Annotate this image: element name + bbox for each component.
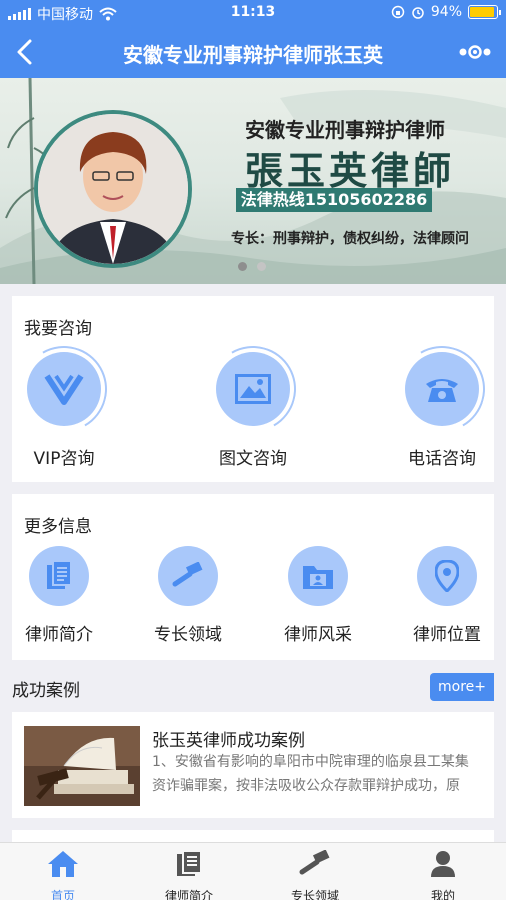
lawyer-style-button[interactable]: 律师风采 <box>263 546 373 645</box>
tab-lawyer-profile-label: 律师简介 <box>164 889 213 900</box>
battery-icon <box>468 5 501 19</box>
gavel-icon <box>252 849 378 879</box>
phone-icon <box>405 352 479 426</box>
home-icon <box>0 849 126 879</box>
more-info-card: 更多信息 律师简介 专长领域 律师风采 律师位置 <box>12 494 494 660</box>
bottom-tab-bar: 首页 律师简介 专长领域 我的 <box>0 842 506 900</box>
lawyer-portrait <box>34 110 192 268</box>
nav-bar: 安徽专业刑事辩护律师张玉英 <box>0 26 506 78</box>
tab-specialty-label: 专长领域 <box>290 889 339 900</box>
document-icon <box>29 546 89 606</box>
tab-home[interactable]: 首页 <box>0 849 126 900</box>
status-bar: 中国移动 11:13 94% <box>0 0 506 26</box>
folder-icon <box>288 546 348 606</box>
more-info-title: 更多信息 <box>24 517 92 537</box>
carousel-dot-active[interactable] <box>238 262 247 271</box>
banner-specialty: 专长：刑事辩护，债权纠纷，法律顾问 <box>231 231 469 247</box>
picture-icon <box>216 352 290 426</box>
lawyer-profile-label: 律师简介 <box>25 625 93 645</box>
success-cases-title: 成功案例 <box>12 681 80 701</box>
phone-consult-button[interactable]: 电话咨询 <box>382 352 502 469</box>
rotation-lock-icon <box>391 5 405 19</box>
portrait-image <box>38 114 188 264</box>
specialty-area-button[interactable]: 专长领域 <box>133 546 243 645</box>
lawyer-location-button[interactable]: 律师位置 <box>392 546 502 645</box>
more-button[interactable]: more+ <box>430 673 494 701</box>
lawyer-location-label: 律师位置 <box>413 625 481 645</box>
back-arrow-icon[interactable] <box>10 35 40 69</box>
vip-icon <box>27 352 101 426</box>
tab-lawyer-profile[interactable]: 律师简介 <box>126 849 252 900</box>
carousel-dot[interactable] <box>257 262 266 271</box>
lawyer-profile-button[interactable]: 律师简介 <box>4 546 114 645</box>
vip-consult-button[interactable]: VIP咨询 <box>4 352 124 469</box>
case-list-item[interactable]: 张玉英律师成功案例 1、安徽省有影响的阜阳市中院审理的临泉县工某集资诈骗罪案，按… <box>12 712 494 818</box>
banner-subtitle: 安徽专业刑事辩护律师 <box>245 118 445 142</box>
specialty-area-label: 专长领域 <box>154 625 222 645</box>
tab-mine-label: 我的 <box>430 889 455 900</box>
alarm-icon <box>412 7 424 19</box>
location-icon <box>417 546 477 606</box>
tab-mine[interactable]: 我的 <box>380 849 506 900</box>
banner-hotline: 法律热线15105602286 <box>236 188 432 212</box>
carousel-indicator <box>238 262 266 271</box>
phone-consult-label: 电话咨询 <box>408 449 476 469</box>
picture-consult-label: 图文咨询 <box>219 449 287 469</box>
case-list-item-partial[interactable] <box>12 830 494 842</box>
more-options-icon[interactable] <box>458 42 492 62</box>
tab-home-label: 首页 <box>50 889 75 900</box>
page-title: 安徽专业刑事辩护律师张玉英 <box>123 43 383 67</box>
consult-card: 我要咨询 VIP咨询 图文咨询 电话咨询 <box>12 296 494 482</box>
case-thumbnail <box>24 726 140 806</box>
consult-title: 我要咨询 <box>24 319 92 339</box>
status-right: 94% <box>391 4 501 20</box>
banner-lawyer-name: 張玉英律師 <box>244 148 455 193</box>
case-title: 张玉英律师成功案例 <box>152 731 305 751</box>
document-icon <box>126 849 252 879</box>
battery-percent: 94% <box>430 4 462 20</box>
lawyer-style-label: 律师风采 <box>284 625 352 645</box>
vip-consult-label: VIP咨询 <box>33 449 95 469</box>
gavel-icon <box>158 546 218 606</box>
tab-specialty[interactable]: 专长领域 <box>252 849 378 900</box>
user-icon <box>380 849 506 879</box>
banner-carousel[interactable]: 安徽专业刑事辩护律师 張玉英律師 法律热线15105602286 专长：刑事辩护… <box>0 78 506 284</box>
picture-consult-button[interactable]: 图文咨询 <box>193 352 313 469</box>
battery-level <box>470 7 495 17</box>
case-description: 1、安徽省有影响的阜阳市中院审理的临泉县工某集资诈骗罪案，按非法吸收公众存款罪辩… <box>152 754 469 794</box>
